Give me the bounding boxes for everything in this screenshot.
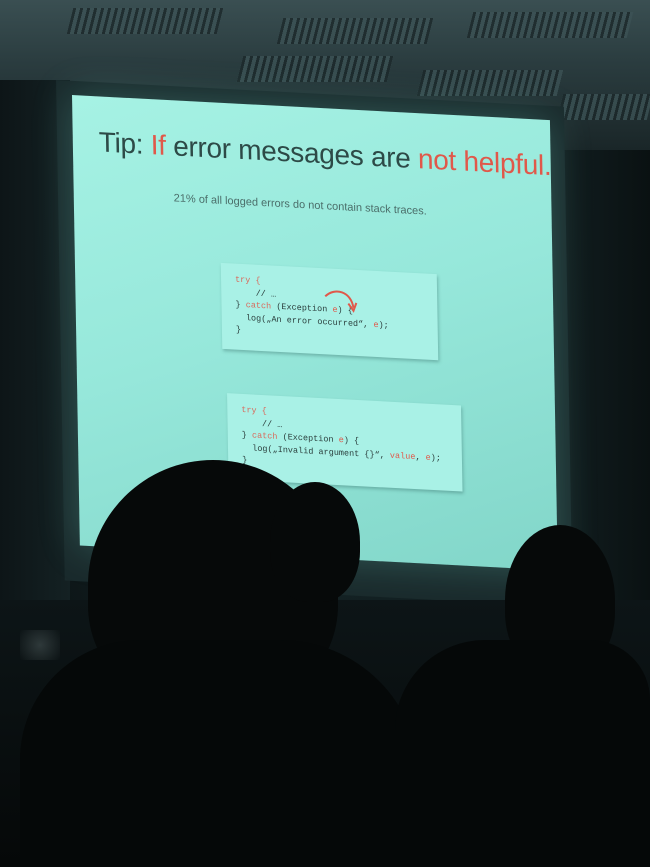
ceiling-vent [276, 18, 434, 44]
code-line: log(„Invalid argument {}“, [241, 442, 390, 461]
slide-title: Tip: If error messages are not helpful..… [99, 126, 558, 183]
code-line: // … [241, 417, 283, 430]
code-line: // … [235, 287, 277, 300]
code-value-var: value [389, 450, 416, 462]
ceiling-vent [466, 12, 634, 38]
code-line: , [415, 451, 426, 463]
title-prefix: Tip: [98, 126, 151, 161]
audience-body-silhouette [20, 640, 420, 867]
code-line: ); [378, 319, 389, 331]
code-line: (Exception [277, 431, 339, 446]
code-line: ); [430, 452, 441, 463]
code-line-close: } [235, 299, 246, 311]
title-middle: error messages are [165, 129, 419, 175]
code-catch-keyword: catch [245, 300, 272, 312]
code-line: } [235, 324, 242, 335]
light-reflection [20, 630, 60, 660]
code-line: try { [241, 404, 267, 417]
code-catch-keyword: catch [251, 430, 278, 442]
curved-arrow-icon [324, 290, 358, 313]
ceiling-vent [236, 56, 394, 82]
code-line-close: } [241, 429, 253, 441]
title-if: If [150, 129, 166, 161]
lecture-hall-photo: Tip: If error messages are not helpful..… [0, 0, 650, 867]
code-line: ) { [343, 435, 360, 447]
audience-head-silhouette [270, 482, 360, 602]
code-line: try { [234, 274, 261, 286]
audience-body-silhouette [395, 640, 650, 867]
ceiling-vent [556, 94, 650, 120]
ceiling-vent [66, 8, 224, 34]
title-not-helpful: not helpful... [417, 143, 558, 182]
slide-subtitle: 21% of all logged errors do not contain … [173, 192, 427, 218]
ceiling-vent [416, 70, 564, 96]
